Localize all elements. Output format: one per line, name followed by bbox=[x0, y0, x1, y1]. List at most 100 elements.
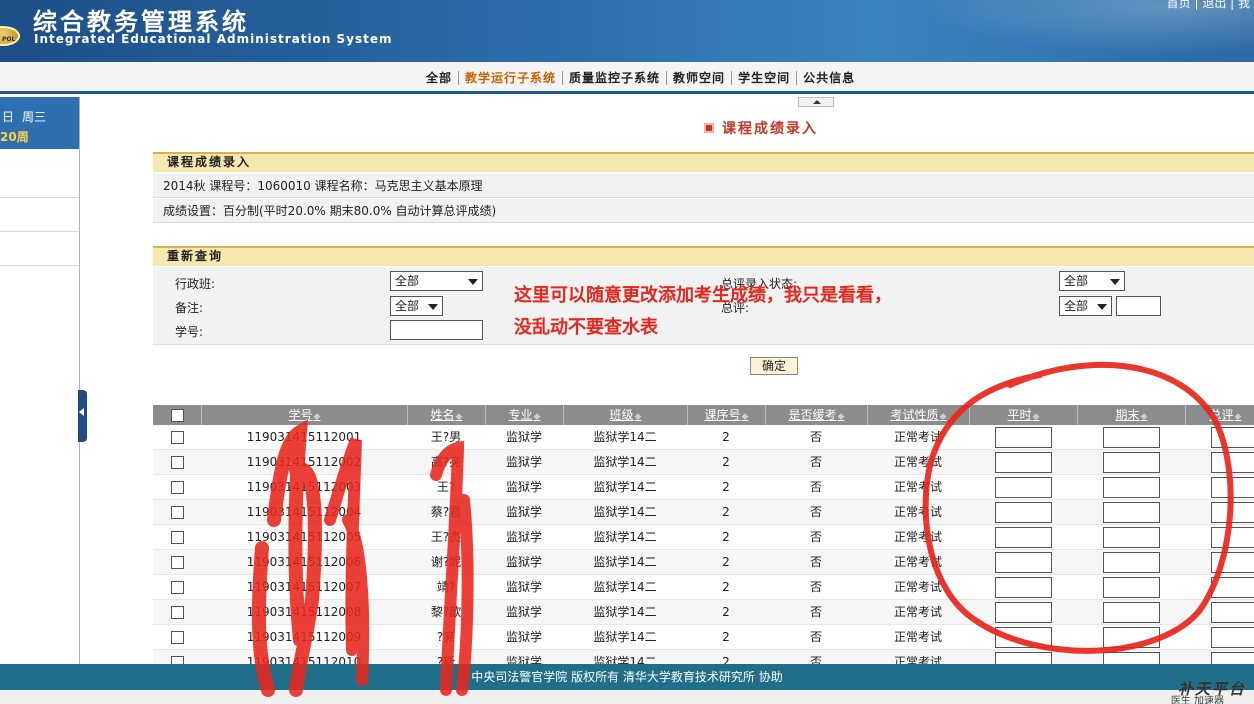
final-score-input[interactable] bbox=[1103, 427, 1160, 448]
usual-score-input[interactable] bbox=[995, 577, 1052, 598]
final-score-input[interactable] bbox=[1103, 602, 1160, 623]
student-id-label: 学号: bbox=[175, 325, 204, 339]
table-cell: 119031415112010 bbox=[246, 655, 362, 664]
confirm-button[interactable]: 确定 bbox=[750, 357, 798, 375]
table-cell: 否 bbox=[809, 530, 822, 544]
column-header-5[interactable]: 是否缓考◆ bbox=[765, 405, 867, 425]
sidebar-collapse-button[interactable] bbox=[78, 390, 87, 442]
usual-score-input[interactable] bbox=[995, 652, 1052, 664]
sort-icon: ◆ bbox=[939, 412, 947, 422]
table-cell: 监狱学 bbox=[505, 555, 542, 569]
table-cell: 监狱学 bbox=[505, 455, 542, 469]
remark-select[interactable]: 全部 bbox=[390, 296, 443, 316]
collapse-header-button[interactable] bbox=[798, 97, 834, 107]
column-header-8[interactable]: 期末◆ bbox=[1077, 405, 1185, 425]
column-header-label: 平时 bbox=[1007, 408, 1032, 422]
table-cell: 监狱学14二 bbox=[593, 655, 657, 664]
column-header-4[interactable]: 课序号◆ bbox=[687, 405, 765, 425]
total-score-input[interactable] bbox=[1211, 452, 1254, 473]
column-header-6[interactable]: 考试性质◆ bbox=[867, 405, 969, 425]
system-title-en: Integrated Educational Administration Sy… bbox=[34, 32, 393, 46]
total-value-input[interactable] bbox=[1116, 296, 1161, 316]
sort-icon: ◆ bbox=[1234, 412, 1242, 422]
nav-item-1[interactable]: 教学运行子系统 bbox=[458, 71, 562, 85]
usual-score-input[interactable] bbox=[995, 502, 1052, 523]
app-header: POL 综合教务管理系统 Integrated Educational Admi… bbox=[0, 0, 1254, 62]
sort-icon: ◆ bbox=[634, 412, 642, 422]
row-checkbox[interactable] bbox=[171, 656, 184, 664]
total-score-input[interactable] bbox=[1211, 427, 1254, 448]
final-score-input[interactable] bbox=[1103, 452, 1160, 473]
usual-score-input[interactable] bbox=[995, 602, 1052, 623]
student-id-input[interactable] bbox=[390, 320, 483, 340]
column-header-7[interactable]: 平时◆ bbox=[969, 405, 1077, 425]
total-score-input[interactable] bbox=[1211, 502, 1254, 523]
nav-item-3[interactable]: 教师空间 bbox=[666, 71, 731, 85]
select-all-checkbox[interactable] bbox=[171, 409, 184, 422]
nav-item-2[interactable]: 质量监控子系统 bbox=[562, 71, 666, 85]
nav-item-0[interactable]: 全部 bbox=[426, 71, 458, 85]
total-score-input[interactable] bbox=[1211, 627, 1254, 648]
table-cell: 王?男 bbox=[430, 430, 462, 444]
row-checkbox[interactable] bbox=[171, 606, 184, 619]
usual-score-input[interactable] bbox=[995, 452, 1052, 473]
total-score-input[interactable] bbox=[1211, 527, 1254, 548]
column-header-9[interactable]: 总评◆ bbox=[1185, 405, 1254, 425]
usual-score-input[interactable] bbox=[995, 427, 1052, 448]
final-score-input[interactable] bbox=[1103, 502, 1160, 523]
total-score-input[interactable] bbox=[1211, 552, 1254, 573]
table-row: 119031415112002 高?亮 监狱学 监狱学14二 2 否 正常考试 bbox=[153, 450, 1254, 475]
row-checkbox[interactable] bbox=[171, 531, 184, 544]
sidebar: 日 周三 20周 bbox=[0, 97, 80, 664]
status-select[interactable]: 全部 bbox=[1059, 271, 1125, 291]
total-score-input[interactable] bbox=[1211, 652, 1254, 664]
column-header-label: 班级 bbox=[609, 408, 634, 422]
table-cell: 监狱学14二 bbox=[593, 555, 657, 569]
final-score-input[interactable] bbox=[1103, 552, 1160, 573]
final-score-input[interactable] bbox=[1103, 577, 1160, 598]
final-score-input[interactable] bbox=[1103, 477, 1160, 498]
final-score-input[interactable] bbox=[1103, 652, 1160, 664]
column-header-label: 学号 bbox=[288, 408, 313, 422]
total-operator-select[interactable]: 全部 bbox=[1059, 296, 1112, 316]
chevron-down-icon bbox=[1097, 304, 1107, 310]
row-checkbox[interactable] bbox=[171, 456, 184, 469]
final-score-input[interactable] bbox=[1103, 527, 1160, 548]
query-section-title: 重新查询 bbox=[153, 246, 1254, 266]
table-cell: 监狱学 bbox=[505, 630, 542, 644]
column-header-1[interactable]: 姓名◆ bbox=[407, 405, 485, 425]
row-checkbox[interactable] bbox=[171, 431, 184, 444]
usual-score-input[interactable] bbox=[995, 477, 1052, 498]
row-checkbox[interactable] bbox=[171, 481, 184, 494]
watermark-text: 补天平台 bbox=[1177, 680, 1246, 698]
sort-icon: ◆ bbox=[455, 412, 463, 422]
top-links[interactable]: 首页 | 退出 | 我 bbox=[1167, 0, 1250, 11]
column-header-3[interactable]: 班级◆ bbox=[563, 405, 687, 425]
date-box: 日 周三 20周 bbox=[0, 97, 79, 149]
total-score-input[interactable] bbox=[1211, 477, 1254, 498]
final-score-input[interactable] bbox=[1103, 627, 1160, 648]
table-cell: 谢?妮 bbox=[430, 555, 462, 569]
table-cell: 正常考试 bbox=[893, 505, 942, 519]
usual-score-input[interactable] bbox=[995, 627, 1052, 648]
sort-icon: ◆ bbox=[1032, 412, 1040, 422]
class-select[interactable]: 全部 bbox=[390, 271, 483, 291]
nav-item-5[interactable]: 公共信息 bbox=[796, 71, 861, 85]
total-score-input[interactable] bbox=[1211, 577, 1254, 598]
column-header-label: 姓名 bbox=[430, 408, 455, 422]
row-checkbox[interactable] bbox=[171, 556, 184, 569]
usual-score-input[interactable] bbox=[995, 552, 1052, 573]
total-score-input[interactable] bbox=[1211, 602, 1254, 623]
column-header-0[interactable]: 学号◆ bbox=[201, 405, 407, 425]
row-checkbox[interactable] bbox=[171, 581, 184, 594]
usual-score-input[interactable] bbox=[995, 527, 1052, 548]
row-checkbox[interactable] bbox=[171, 631, 184, 644]
row-checkbox[interactable] bbox=[171, 506, 184, 519]
nav-item-4[interactable]: 学生空间 bbox=[731, 71, 796, 85]
table-cell: 监狱学 bbox=[505, 480, 542, 494]
table-cell: 119031415112003 bbox=[246, 480, 362, 494]
course-info-line2: 成绩设置：百分制(平时20.0% 期末80.0% 自动计算总评成绩) bbox=[153, 199, 1254, 223]
column-header-2[interactable]: 专业◆ bbox=[485, 405, 563, 425]
table-cell: 监狱学14二 bbox=[593, 455, 657, 469]
column-header-label: 考试性质 bbox=[890, 408, 939, 422]
